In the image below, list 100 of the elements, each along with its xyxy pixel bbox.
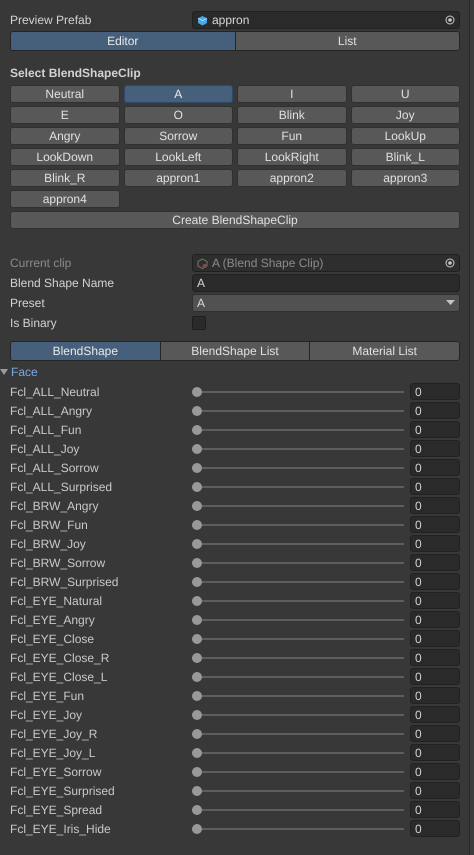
tab[interactable]: List <box>236 32 459 50</box>
blend-shape-label: Fcl_EYE_Sorrow <box>10 764 102 780</box>
slider-thumb[interactable] <box>192 728 202 738</box>
blend-shape-label: Fcl_ALL_Neutral <box>10 384 100 400</box>
create-clip-button[interactable]: Create BlendShapeClip <box>10 211 460 229</box>
tab[interactable]: BlendShape List <box>160 342 310 360</box>
value-field[interactable]: 0 <box>410 744 460 761</box>
cube-icon <box>197 14 208 26</box>
slider-thumb[interactable] <box>192 424 202 434</box>
slider-thumb[interactable] <box>192 444 202 454</box>
foldout-header[interactable]: Face <box>0 362 460 382</box>
value-field[interactable]: 0 <box>410 535 460 552</box>
clip-button[interactable]: E <box>10 106 120 124</box>
section-heading: Select BlendShapeClip <box>10 65 142 82</box>
slider-thumb[interactable] <box>192 766 202 776</box>
clip-button[interactable]: Joy <box>350 106 460 124</box>
value-field[interactable]: 0 <box>410 630 460 647</box>
slider-thumb[interactable] <box>192 786 202 796</box>
slider-thumb[interactable] <box>192 672 202 682</box>
slider-thumb[interactable] <box>192 652 202 662</box>
clip-button[interactable]: Angry <box>10 127 120 145</box>
blend-shape-label: Fcl_BRW_Surprised <box>10 574 120 590</box>
slider-thumb[interactable] <box>192 500 202 510</box>
value-field[interactable]: 0 <box>410 649 460 666</box>
slider-thumb[interactable] <box>192 596 202 606</box>
slider-thumb[interactable] <box>192 558 202 568</box>
clip-button[interactable]: Neutral <box>10 85 120 103</box>
slider-thumb[interactable] <box>192 824 202 834</box>
value-field[interactable]: 0 <box>410 687 460 704</box>
blend-shape-label: Fcl_EYE_Fun <box>10 688 86 704</box>
value-field[interactable]: 0 <box>410 592 460 609</box>
value-field[interactable]: 0 <box>410 763 460 780</box>
slider-thumb[interactable] <box>192 462 202 472</box>
clip-button[interactable]: LookLeft <box>124 148 233 166</box>
slider-thumb[interactable] <box>192 710 202 720</box>
blend-shape-label: Fcl_EYE_Close_L <box>10 668 108 686</box>
blend-shape-label: Fcl_EYE_Joy_R <box>10 726 98 742</box>
value-field[interactable]: 0 <box>410 459 460 476</box>
tab[interactable]: Material List <box>310 342 459 360</box>
clip-button[interactable]: A <box>124 85 233 103</box>
clip-button[interactable]: Sorrow <box>124 127 233 145</box>
slider-thumb[interactable] <box>192 634 202 644</box>
checkbox[interactable] <box>192 316 206 330</box>
slider-thumb[interactable] <box>192 748 202 758</box>
value-field[interactable]: 0 <box>410 497 460 514</box>
tab[interactable]: BlendShape <box>11 342 161 360</box>
field-label: Preset <box>10 295 46 312</box>
clip-button[interactable]: U <box>350 85 460 103</box>
clip-button[interactable]: O <box>124 106 233 124</box>
value-field[interactable]: 0 <box>410 478 460 495</box>
value-field[interactable]: 0 <box>410 554 460 571</box>
clip-button[interactable]: Blink_R <box>10 169 120 187</box>
value-field[interactable]: 0 <box>410 516 460 533</box>
clip-button[interactable]: appron4 <box>10 190 120 208</box>
asset-icon <box>197 258 208 268</box>
value-field[interactable]: 0 <box>410 383 460 400</box>
clip-button[interactable]: I <box>237 85 346 103</box>
slider-thumb[interactable] <box>192 576 202 586</box>
object-field[interactable]: appron <box>192 11 460 29</box>
slider-thumb[interactable] <box>192 614 202 624</box>
clip-button[interactable]: Blink <box>237 106 346 124</box>
field-label: Preview Prefab <box>10 12 92 29</box>
slider-thumb[interactable] <box>192 538 202 548</box>
slider-thumb[interactable] <box>192 520 202 530</box>
blend-shape-label: Fcl_ALL_Sorrow <box>10 460 100 476</box>
clip-button[interactable]: appron1 <box>124 169 233 187</box>
tab[interactable]: Editor <box>11 32 236 50</box>
target-icon[interactable] <box>445 258 455 268</box>
blend-shape-label: Fcl_ALL_Fun <box>10 422 82 438</box>
value-field[interactable]: 0 <box>410 782 460 799</box>
slider-thumb[interactable] <box>192 406 202 416</box>
field-label: Current clip <box>10 255 72 272</box>
dropdown[interactable]: A <box>192 294 460 312</box>
clip-button[interactable]: appron2 <box>237 169 346 187</box>
value-field[interactable]: 0 <box>410 668 460 685</box>
value-field[interactable]: 0 <box>410 440 460 457</box>
blend-shape-label: Fcl_BRW_Fun <box>10 516 89 534</box>
clip-button[interactable]: Fun <box>237 127 346 145</box>
value-field[interactable]: 0 <box>410 611 460 628</box>
target-icon[interactable] <box>445 15 455 25</box>
value-field[interactable]: 0 <box>410 402 460 419</box>
value-field[interactable]: 0 <box>410 820 460 837</box>
slider-thumb[interactable] <box>192 482 202 492</box>
value-field[interactable]: 0 <box>410 573 460 590</box>
blend-shape-label: Fcl_EYE_Close_R <box>10 650 110 666</box>
value-field[interactable]: 0 <box>410 725 460 742</box>
clip-button[interactable]: LookDown <box>10 148 120 166</box>
value-field[interactable]: 0 <box>410 421 460 438</box>
blend-shape-label: Fcl_EYE_Angry <box>10 612 96 628</box>
slider-thumb[interactable] <box>192 804 202 814</box>
slider-thumb[interactable] <box>192 690 202 700</box>
clip-button[interactable]: LookUp <box>350 127 460 145</box>
clip-button[interactable]: appron3 <box>350 169 460 187</box>
value-field[interactable]: 0 <box>410 706 460 723</box>
text-field[interactable]: A <box>192 274 460 292</box>
clip-button[interactable]: Blink_L <box>350 148 460 166</box>
slider-thumb[interactable] <box>192 386 202 396</box>
value-field[interactable]: 0 <box>410 801 460 818</box>
clip-button[interactable]: LookRight <box>237 148 346 166</box>
field-label: Blend Shape Name <box>10 275 116 292</box>
